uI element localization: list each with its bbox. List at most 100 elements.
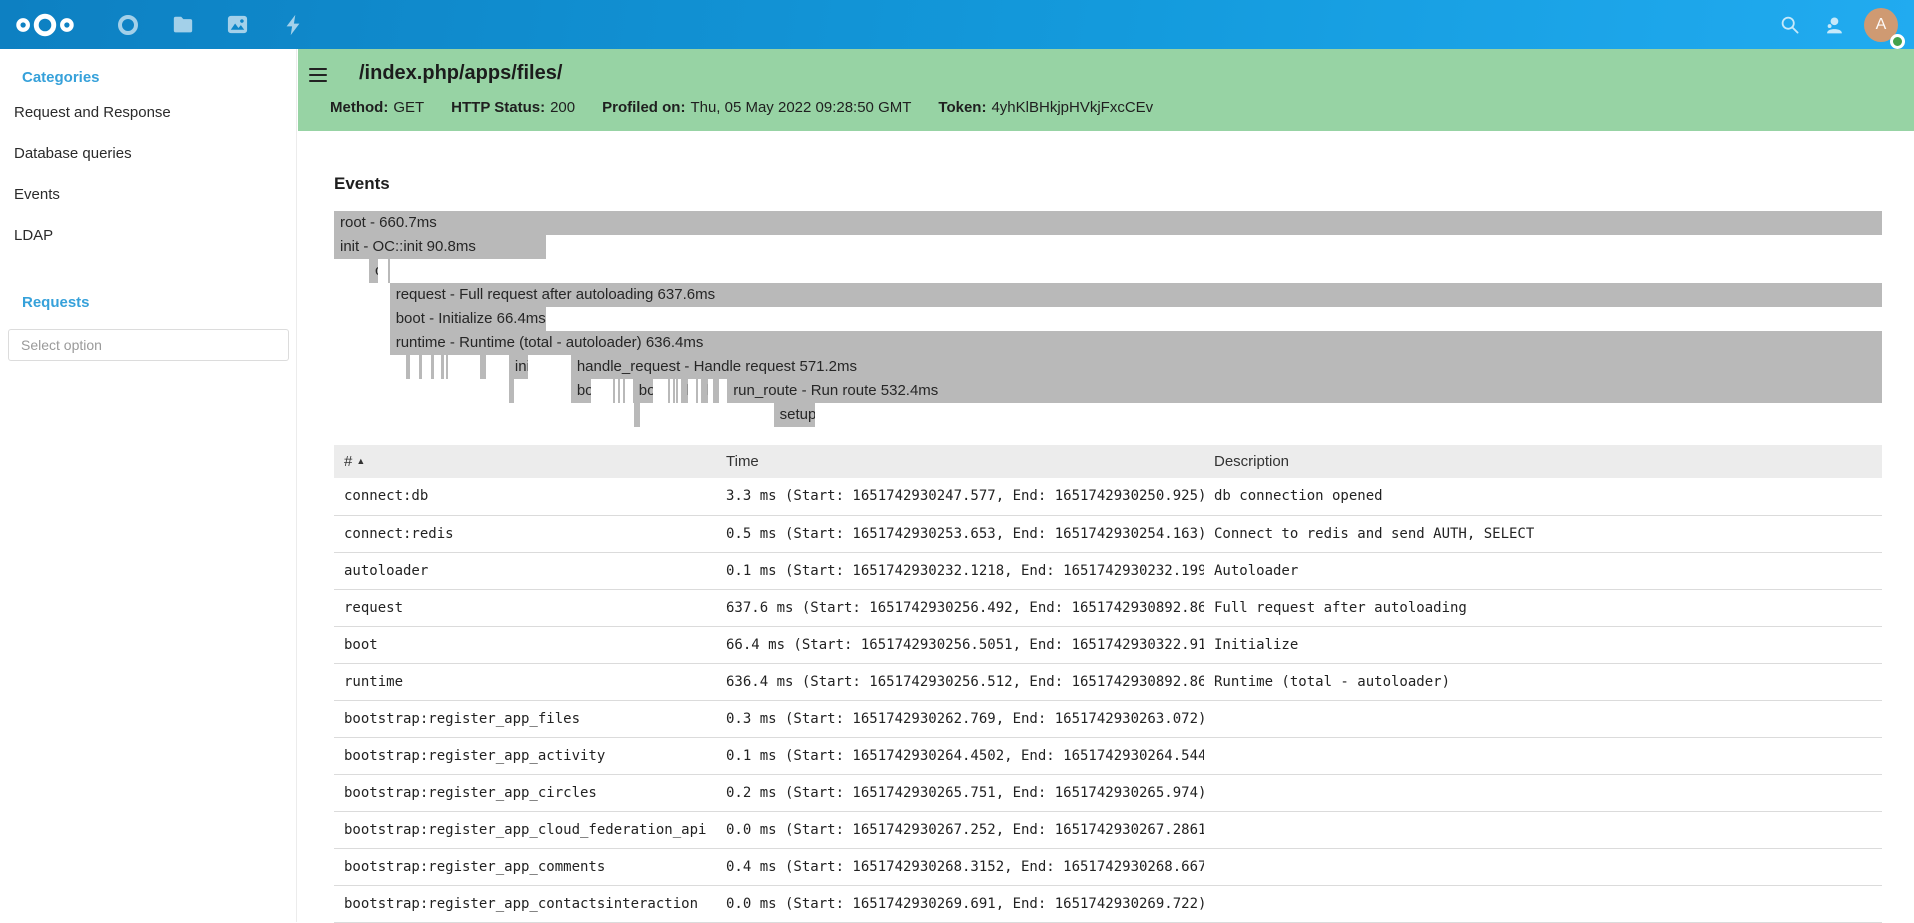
events-timeline: root - 660.7msinit - OC::init 90.8mscreq… (334, 211, 1882, 427)
timeline-bar (623, 379, 625, 403)
timeline-bar: b (681, 379, 688, 403)
timeline-bar (668, 379, 670, 403)
app-circle-button[interactable] (100, 0, 155, 49)
event-description-cell (1204, 774, 1882, 811)
table-row: connect:db3.3 ms (Start: 1651742930247.5… (334, 478, 1882, 515)
timeline-bar (406, 355, 410, 379)
sort-asc-icon: ▲ (356, 456, 365, 466)
column-header-description[interactable]: Description (1204, 445, 1882, 478)
column-header-time[interactable]: Time (716, 445, 1204, 478)
nextcloud-logo[interactable] (14, 12, 76, 38)
timeline-bar (613, 379, 615, 403)
event-description-cell: Full request after autoloading (1204, 589, 1882, 626)
event-time-cell: 637.6 ms (Start: 1651742930256.492, End:… (716, 589, 1204, 626)
event-time-cell: 66.4 ms (Start: 1651742930256.5051, End:… (716, 626, 1204, 663)
contacts-icon (1823, 14, 1845, 36)
meta-label: Profiled on: (602, 99, 685, 116)
circle-icon (117, 14, 139, 36)
timeline-bar: runtime - Runtime (total - autoloader) 6… (390, 331, 1882, 355)
sidebar-item-database-queries[interactable]: Database queries (0, 133, 296, 174)
timeline-bar: l (701, 379, 708, 403)
event-name-cell: runtime (334, 663, 716, 700)
timeline-bar: ini (509, 355, 528, 379)
timeline-bar: setup (774, 403, 815, 427)
table-row: bootstrap:register_app_cloud_federation_… (334, 811, 1882, 848)
categories-heading: Categories (22, 69, 296, 86)
contacts-menu-button[interactable] (1812, 0, 1856, 49)
event-description-cell: Runtime (total - autoloader) (1204, 663, 1882, 700)
event-name-cell: request (334, 589, 716, 626)
event-description-cell (1204, 700, 1882, 737)
table-row: bootstrap:register_app_activity0.1 ms (S… (334, 737, 1882, 774)
meta-profiled-on-: Profiled on:Thu, 05 May 2022 09:28:50 GM… (602, 99, 911, 116)
request-select[interactable] (8, 329, 289, 361)
user-avatar[interactable]: A (1864, 8, 1898, 42)
app-photos-button[interactable] (210, 0, 265, 49)
table-row: autoloader0.1 ms (Start: 1651742930232.1… (334, 552, 1882, 589)
event-time-cell: 3.3 ms (Start: 1651742930247.577, End: 1… (716, 478, 1204, 515)
timeline-bar: run_route - Run route 532.4ms (727, 379, 1882, 403)
event-time-cell: 0.4 ms (Start: 1651742930268.3152, End: … (716, 848, 1204, 885)
event-name-cell: bootstrap:register_app_circles (334, 774, 716, 811)
folder-icon (172, 14, 194, 36)
topbar-left (0, 0, 320, 49)
meta-label: Token: (938, 99, 986, 116)
event-description-cell (1204, 848, 1882, 885)
timeline-bar (676, 379, 678, 403)
search-icon (1780, 15, 1800, 35)
online-status-icon (1890, 34, 1905, 49)
timeline-bar (673, 379, 675, 403)
event-description-cell (1204, 811, 1882, 848)
page-title: /index.php/apps/files/ (359, 62, 562, 85)
event-time-cell: 636.4 ms (Start: 1651742930256.512, End:… (716, 663, 1204, 700)
meta-token-: Token:4yhKlBHkjpHVkjFxcCEv (938, 99, 1153, 116)
request-header: /index.php/apps/files/ Method:GET HTTP St… (298, 49, 1914, 131)
event-description-cell (1204, 737, 1882, 774)
timeline-row: inihandle_request - Handle request 571.2… (334, 355, 1882, 379)
main-content: /index.php/apps/files/ Method:GET HTTP St… (298, 49, 1914, 922)
timeline-bar (441, 355, 444, 379)
table-row: boot66.4 ms (Start: 1651742930256.5051, … (334, 626, 1882, 663)
timeline-bar (480, 355, 486, 379)
sidebar-item-events[interactable]: Events (0, 174, 296, 215)
timeline-bar: l (713, 379, 719, 403)
timeline-bar (388, 259, 390, 283)
timeline-bar: l (634, 403, 640, 427)
event-name-cell: boot (334, 626, 716, 663)
timeline-row: boot - Initialize 66.4ms (334, 307, 1882, 331)
topbar-right: A (1768, 0, 1914, 49)
event-time-cell: 0.0 ms (Start: 1651742930269.691, End: 1… (716, 885, 1204, 922)
events-table: #▲ Time Description connect:db3.3 ms (St… (334, 445, 1882, 923)
timeline-bar: init - OC::init 90.8ms (334, 235, 546, 259)
timeline-bar (618, 379, 620, 403)
event-name-cell: connect:db (334, 478, 716, 515)
app-activity-button[interactable] (265, 0, 320, 49)
table-row: bootstrap:register_app_circles0.2 ms (St… (334, 774, 1882, 811)
event-name-cell: bootstrap:register_app_comments (334, 848, 716, 885)
nextcloud-logo-icon (14, 13, 76, 37)
app-sidebar: Categories Request and ResponseDatabase … (0, 49, 297, 922)
table-row: connect:redis0.5 ms (Start: 165174293025… (334, 515, 1882, 552)
app-files-button[interactable] (155, 0, 210, 49)
timeline-row: l setup (334, 403, 1882, 427)
event-description-cell: Initialize (1204, 626, 1882, 663)
menu-toggle-button[interactable] (309, 68, 327, 82)
table-row: bootstrap:register_app_files0.3 ms (Star… (334, 700, 1882, 737)
meta-method-: Method:GET (330, 99, 424, 116)
column-header-number[interactable]: #▲ (334, 445, 716, 478)
avatar-letter: A (1876, 16, 1887, 34)
timeline-bar: request - Full request after autoloading… (390, 283, 1882, 307)
event-name-cell: connect:redis (334, 515, 716, 552)
meta-label: Method: (330, 99, 388, 116)
search-button[interactable] (1768, 0, 1812, 49)
timeline-bar: bo (571, 379, 591, 403)
sidebar-item-ldap[interactable]: LDAP (0, 215, 296, 256)
sidebar-item-request-and-response[interactable]: Request and Response (0, 92, 296, 133)
timeline-row: c (334, 259, 1882, 283)
events-heading: Events (334, 174, 1882, 194)
event-description-cell: Autoloader (1204, 552, 1882, 589)
timeline-bar (446, 355, 448, 379)
meta-label: HTTP Status: (451, 99, 545, 116)
timeline-row: root - 660.7ms (334, 211, 1882, 235)
timeline-bar: root - 660.7ms (334, 211, 1882, 235)
